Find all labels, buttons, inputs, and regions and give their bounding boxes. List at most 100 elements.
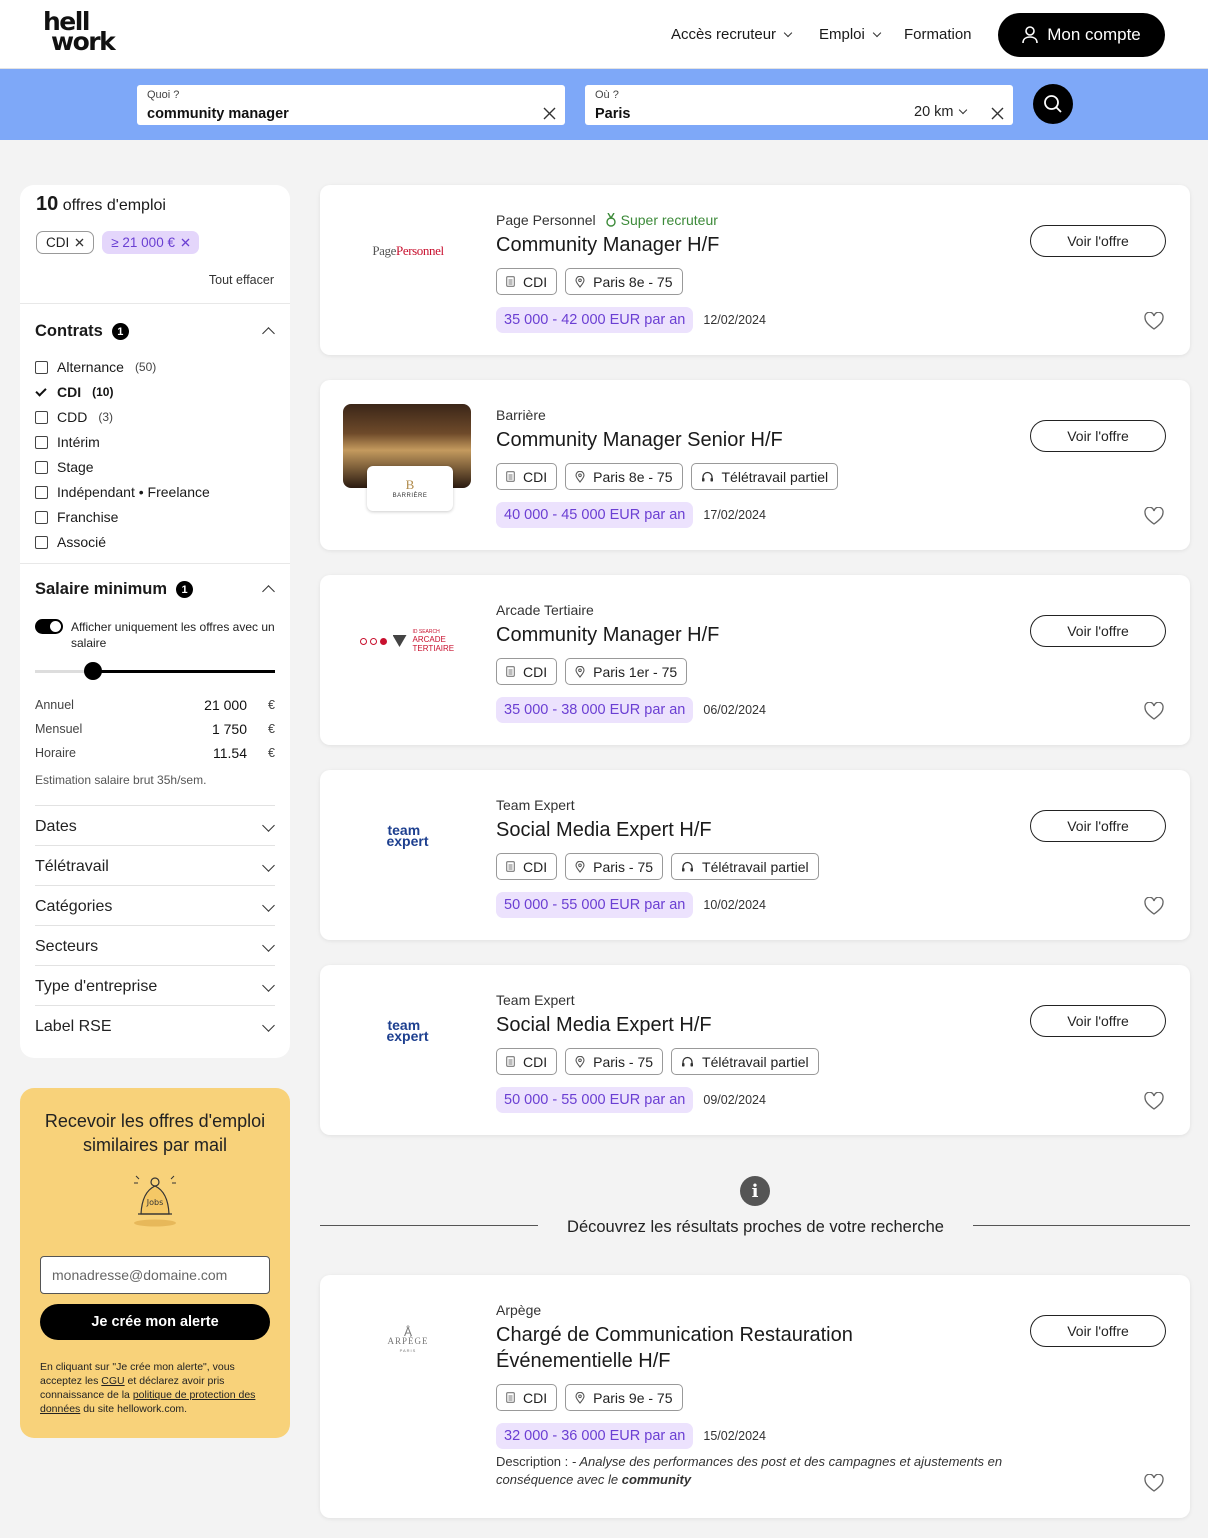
- publish-date: 09/02/2024: [703, 1093, 766, 1107]
- heart-icon[interactable]: [1144, 507, 1164, 525]
- account-button[interactable]: Mon compte: [998, 13, 1165, 57]
- chevron-up-icon[interactable]: [262, 327, 275, 340]
- checkbox[interactable]: [35, 410, 48, 424]
- checkbox[interactable]: [35, 460, 48, 474]
- checkbox[interactable]: [35, 535, 48, 549]
- nav-emploi[interactable]: Emploi: [819, 26, 882, 43]
- filter-secteurs[interactable]: Secteurs: [35, 938, 98, 956]
- filter-chip-cdi[interactable]: CDI: [36, 231, 95, 254]
- view-offer-button[interactable]: Voir l'offre: [1030, 420, 1166, 452]
- contract-option-interim[interactable]: Intérim: [35, 434, 100, 450]
- salary-slider-handle[interactable]: [83, 662, 102, 680]
- contract-option-associe[interactable]: Associé: [35, 534, 106, 550]
- contract-option-franchise[interactable]: Franchise: [35, 509, 118, 525]
- heart-icon[interactable]: [1144, 1092, 1164, 1110]
- divider: [35, 805, 275, 806]
- divider: [35, 1005, 275, 1006]
- chevron-down-icon[interactable]: [262, 899, 275, 912]
- info-icon: i: [740, 1176, 770, 1206]
- email-input[interactable]: monadresse@domaine.com: [40, 1256, 270, 1294]
- job-title[interactable]: Social Media Expert H/F: [496, 817, 966, 843]
- job-card[interactable]: ID SEARCH ARCADE TERTIAIRE Arcade Tertia…: [320, 575, 1190, 745]
- radius-select[interactable]: 20 km: [914, 104, 967, 120]
- view-offer-button[interactable]: Voir l'offre: [1030, 1005, 1166, 1037]
- checkbox[interactable]: [35, 485, 48, 499]
- salary-badge: 50 000 - 55 000 EUR par an: [496, 1087, 694, 1113]
- check-icon[interactable]: [35, 386, 48, 399]
- where-input[interactable]: Paris: [595, 106, 630, 122]
- company-name: Barrière: [496, 407, 546, 423]
- divider: [35, 965, 275, 966]
- nav-formation[interactable]: Formation: [904, 26, 972, 43]
- checkbox[interactable]: [35, 360, 48, 374]
- location-tag: Paris 8e - 75: [565, 463, 683, 490]
- headset-icon: [682, 1056, 694, 1066]
- company-name: Arpège: [496, 1302, 542, 1318]
- hellowork-logo[interactable]: hell work: [43, 9, 138, 54]
- filter-chip-salary[interactable]: ≥ 21 000 €: [102, 231, 199, 254]
- job-card[interactable]: B BARRIÈRE Barrière Community Manager Se…: [320, 380, 1190, 550]
- contract-option-alternance[interactable]: Alternance (50): [35, 359, 156, 375]
- create-alert-button[interactable]: Je crée mon alerte: [40, 1304, 270, 1340]
- job-card[interactable]: Å ARPÈGE PARIS Arpège Chargé de Communic…: [320, 1275, 1190, 1518]
- view-offer-button[interactable]: Voir l'offre: [1030, 225, 1166, 257]
- where-field[interactable]: Où ? Paris 20 km: [585, 85, 1013, 125]
- filter-type-entreprise[interactable]: Type d'entreprise: [35, 978, 157, 996]
- search-button[interactable]: [1033, 84, 1073, 124]
- chevron-down-icon[interactable]: [262, 859, 275, 872]
- filter-label-rse[interactable]: Label RSE: [35, 1018, 112, 1036]
- job-card[interactable]: team expert Team Expert Social Media Exp…: [320, 770, 1190, 940]
- what-input[interactable]: community manager: [147, 106, 289, 122]
- close-icon[interactable]: [543, 107, 556, 120]
- location-tag: Paris 9e - 75: [565, 1384, 683, 1411]
- job-card[interactable]: team expert Team Expert Social Media Exp…: [320, 965, 1190, 1135]
- divider: [35, 885, 275, 886]
- contract-tag: CDI: [496, 1384, 558, 1411]
- contract-option-cdd[interactable]: CDD (3): [35, 409, 113, 425]
- remote-tag: Télétravail partiel: [690, 463, 839, 490]
- job-title[interactable]: Community Manager Senior H/F: [496, 427, 966, 453]
- close-icon[interactable]: [181, 238, 190, 247]
- heart-icon[interactable]: [1144, 312, 1164, 330]
- close-icon[interactable]: [991, 107, 1004, 120]
- chevron-down-icon[interactable]: [262, 939, 275, 952]
- salary-filter-header[interactable]: Salaire minimum 1: [35, 580, 194, 599]
- view-offer-button[interactable]: Voir l'offre: [1030, 810, 1166, 842]
- heart-icon[interactable]: [1144, 897, 1164, 915]
- document-icon: [506, 1056, 515, 1067]
- what-field[interactable]: Quoi ? community manager: [137, 85, 565, 125]
- job-card[interactable]: PagePersonnel Page Personnel Super recru…: [320, 185, 1190, 355]
- contracts-filter-header[interactable]: Contrats 1: [35, 322, 129, 341]
- job-title[interactable]: Social Media Expert H/F: [496, 1012, 966, 1038]
- heart-icon[interactable]: [1144, 702, 1164, 720]
- heart-icon[interactable]: [1144, 1474, 1164, 1492]
- remote-tag: Télétravail partiel: [671, 1048, 819, 1075]
- chevron-down-icon[interactable]: [262, 1019, 275, 1032]
- contract-option-cdi[interactable]: CDI (10): [35, 384, 113, 400]
- filter-categories[interactable]: Catégories: [35, 898, 112, 916]
- clear-all-link[interactable]: Tout effacer: [209, 273, 274, 287]
- user-icon: [1022, 26, 1039, 44]
- location-pin-icon: [575, 275, 585, 288]
- job-title[interactable]: Community Manager H/F: [496, 622, 966, 648]
- nav-acces-recruteur[interactable]: Accès recruteur: [671, 26, 793, 43]
- job-title[interactable]: Community Manager H/F: [496, 232, 966, 258]
- filter-dates[interactable]: Dates: [35, 818, 77, 836]
- salary-only-toggle[interactable]: [35, 619, 63, 634]
- cgu-link[interactable]: CGU: [101, 1375, 124, 1387]
- contract-option-freelance[interactable]: Indépendant • Freelance: [35, 484, 210, 500]
- document-icon: [506, 861, 515, 872]
- checkbox[interactable]: [35, 510, 48, 524]
- salary-slider[interactable]: [35, 670, 275, 673]
- nearby-results-label: Découvrez les résultats proches de votre…: [567, 1218, 944, 1236]
- view-offer-button[interactable]: Voir l'offre: [1030, 615, 1166, 647]
- job-title[interactable]: Chargé de Communication Restauration Évé…: [496, 1322, 936, 1374]
- chevron-down-icon[interactable]: [262, 819, 275, 832]
- contract-option-stage[interactable]: Stage: [35, 459, 94, 475]
- filter-teletravail[interactable]: Télétravail: [35, 858, 109, 876]
- checkbox[interactable]: [35, 435, 48, 449]
- chevron-down-icon[interactable]: [262, 979, 275, 992]
- view-offer-button[interactable]: Voir l'offre: [1030, 1315, 1166, 1347]
- chevron-up-icon[interactable]: [262, 585, 275, 598]
- close-icon[interactable]: [75, 238, 84, 247]
